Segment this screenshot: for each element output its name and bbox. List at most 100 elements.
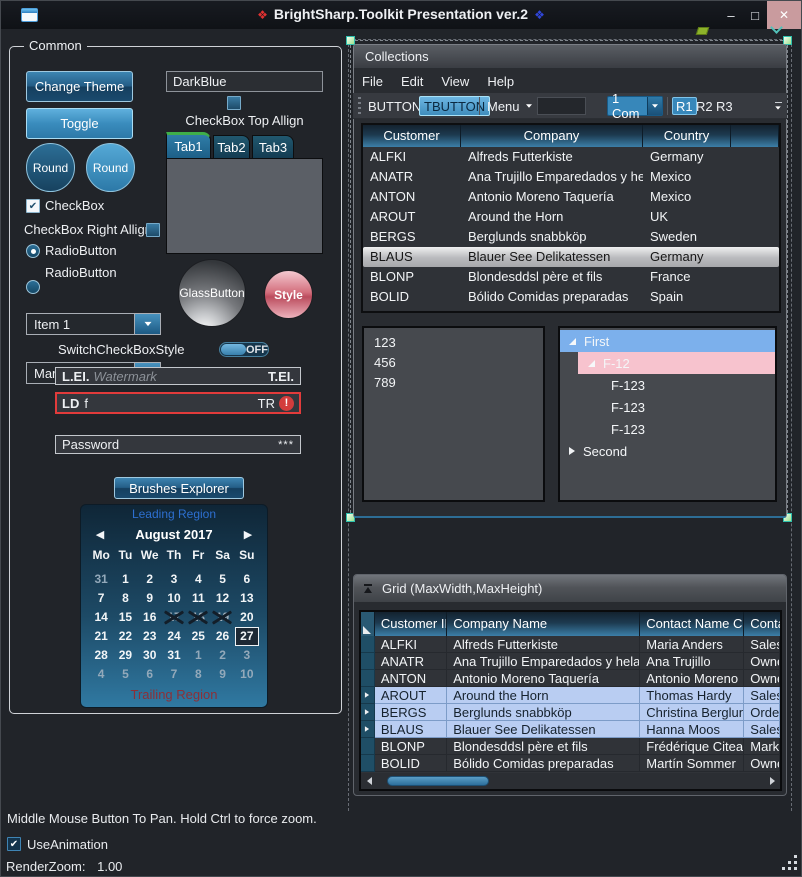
combobox-item[interactable]: Item 1 <box>26 313 161 335</box>
calendar-next-button[interactable]: ▶ <box>237 528 259 541</box>
row-header[interactable] <box>361 636 375 653</box>
calendar-day[interactable]: 2 <box>210 646 234 665</box>
calendar-day[interactable]: 23 <box>138 627 162 646</box>
listview-row-selected[interactable]: BLAUS Blauer See Delikatessen Germany <box>363 247 779 267</box>
row-header[interactable] <box>361 738 375 755</box>
calendar-day[interactable]: 14 <box>89 608 113 627</box>
calendar-prev-button[interactable]: ◀ <box>89 528 111 541</box>
calendar-day[interactable]: 22 <box>113 627 137 646</box>
toolbar-textbox[interactable] <box>537 97 586 115</box>
calendar-day[interactable]: 3 <box>162 570 186 589</box>
listview-row[interactable]: ALFKI Alfreds Futterkiste Germany <box>363 147 779 167</box>
tree-item-f12[interactable]: F-12 <box>578 352 775 374</box>
switch-thumb[interactable] <box>221 344 246 355</box>
toolbar-combobox[interactable]: 1 Com <box>607 96 663 116</box>
calendar-day[interactable]: 3 <box>235 646 259 665</box>
column-header-contact-title[interactable]: Contact Title <box>744 612 780 636</box>
calendar-day[interactable]: 1 <box>186 646 210 665</box>
calendar-day[interactable]: 29 <box>113 646 137 665</box>
column-header-country[interactable]: Country <box>643 125 731 147</box>
calendar-day[interactable]: 15 <box>113 608 137 627</box>
listview-row[interactable]: ANATR Ana Trujillo Emparedados y hela Me… <box>363 167 779 187</box>
brushes-explorer-button[interactable]: Brushes Explorer <box>114 477 244 499</box>
calendar-day[interactable]: 28 <box>89 646 113 665</box>
select-all-corner[interactable] <box>361 612 375 636</box>
tree-item-second[interactable]: Second <box>560 440 775 462</box>
toolbar-menu-button[interactable]: Menu <box>485 93 536 119</box>
column-header-company-name[interactable]: Company Name <box>447 612 640 636</box>
calendar-day[interactable]: 7 <box>89 589 113 608</box>
calendar-day[interactable]: 2 <box>138 570 162 589</box>
listview-row[interactable]: AROUT Around the Horn UK <box>363 207 779 227</box>
radio-button-1[interactable] <box>26 244 40 258</box>
toggle-button[interactable]: Toggle <box>26 108 133 139</box>
calendar-day[interactable]: 9 <box>210 665 234 684</box>
toolbar-grip[interactable] <box>358 97 361 115</box>
calendar-day[interactable]: 8 <box>113 589 137 608</box>
menu-file[interactable]: File <box>353 74 392 89</box>
calendar-day[interactable]: 8 <box>186 665 210 684</box>
tree-item-f123[interactable]: F-123 <box>560 418 775 440</box>
listview-row[interactable]: BERGS Berglunds snabbköp Sweden <box>363 227 779 247</box>
style-button[interactable]: Style <box>264 270 313 319</box>
password-box[interactable]: Password *** <box>55 435 301 454</box>
scroll-left-button[interactable] <box>361 777 377 785</box>
calendar-day[interactable]: 31 <box>89 570 113 589</box>
toolbar-overflow-button[interactable] <box>773 93 783 119</box>
row-header[interactable] <box>361 670 375 687</box>
watermark-textbox[interactable]: L.EI. Watermark T.EI. <box>55 367 301 385</box>
row-header-selected[interactable] <box>361 721 375 738</box>
theme-name-field[interactable]: DarkBlue <box>166 71 323 92</box>
validation-error-textbox[interactable]: LD f TR ! <box>55 392 301 414</box>
calendar-day[interactable]: 26 <box>210 627 234 646</box>
row-header-selected[interactable] <box>361 687 375 704</box>
scrollbar-thumb[interactable] <box>387 776 489 786</box>
datagrid-row-selected[interactable]: BERGS Berglunds snabbköp Christina Bergl… <box>361 704 780 721</box>
calendar-day[interactable]: 5 <box>113 665 137 684</box>
tree-item-f123[interactable]: F-123 <box>560 374 775 396</box>
datagrid-row[interactable]: ALFKI Alfreds Futterkiste Maria Anders S… <box>361 636 780 653</box>
listbox-item[interactable]: 789 <box>364 373 543 393</box>
calendar-day[interactable]: 16 <box>138 608 162 627</box>
round-button-2[interactable]: Round <box>86 143 135 192</box>
listview-row[interactable]: ANTON Antonio Moreno Taquería Mexico <box>363 187 779 207</box>
tab-tab1[interactable]: Tab1 <box>166 132 211 158</box>
calendar-month-title[interactable]: August 2017 <box>111 527 237 542</box>
tab-tab3[interactable]: Tab3 <box>252 135 294 158</box>
glass-button[interactable]: GlassButton <box>178 259 246 327</box>
column-header-customer[interactable]: Customer <box>363 125 461 147</box>
datagrid-row[interactable]: BLONP Blondesddsl père et fils Frédériqu… <box>361 738 780 755</box>
datagrid-row[interactable]: BOLID Bólido Comidas preparadas Martín S… <box>361 755 780 772</box>
listbox-item[interactable]: 456 <box>364 353 543 373</box>
listview-row[interactable]: BOLID Bólido Comidas preparadas Spain <box>363 287 779 307</box>
scroll-right-button[interactable] <box>764 777 780 785</box>
calendar-day[interactable]: 4 <box>89 665 113 684</box>
calendar-day[interactable]: 31 <box>162 646 186 665</box>
row-header[interactable] <box>361 653 375 670</box>
calendar-day[interactable]: 1 <box>113 570 137 589</box>
round-button-1[interactable]: Round <box>26 143 75 192</box>
tree-item-f123[interactable]: F-123 <box>560 396 775 418</box>
datagrid-row-selected[interactable]: AROUT Around the Horn Thomas Hardy Sales… <box>361 687 780 704</box>
calendar-day[interactable]: 7 <box>162 665 186 684</box>
calendar-day[interactable]: 20 <box>235 608 259 627</box>
menu-edit[interactable]: Edit <box>392 74 432 89</box>
calendar-day[interactable]: 10 <box>162 589 186 608</box>
switch-checkbox[interactable]: OFF <box>219 342 269 357</box>
collapse-icon[interactable] <box>364 584 374 594</box>
maximize-button[interactable]: □ <box>743 1 767 29</box>
menu-view[interactable]: View <box>432 74 478 89</box>
radio-button-2[interactable] <box>26 280 40 294</box>
expander-collapsed-icon[interactable] <box>569 447 575 455</box>
resize-grip[interactable] <box>782 855 797 870</box>
expander-expanded-icon[interactable] <box>569 338 576 345</box>
grid-expander-header[interactable]: Grid (MaxWidth,MaxHeight) <box>354 575 786 602</box>
minimize-button[interactable]: – <box>719 1 743 29</box>
checkbox-right-align[interactable] <box>146 223 160 237</box>
tree-item-first[interactable]: First <box>560 330 775 352</box>
calendar-day[interactable]: 9 <box>138 589 162 608</box>
datagrid-row[interactable]: ANATR Ana Trujillo Emparedados y helados… <box>361 653 780 670</box>
datagrid-row[interactable]: ANTON Antonio Moreno Taquería Antonio Mo… <box>361 670 780 687</box>
listbox-item[interactable]: 123 <box>364 333 543 353</box>
use-animation-checkbox[interactable]: ✔ <box>7 837 21 851</box>
